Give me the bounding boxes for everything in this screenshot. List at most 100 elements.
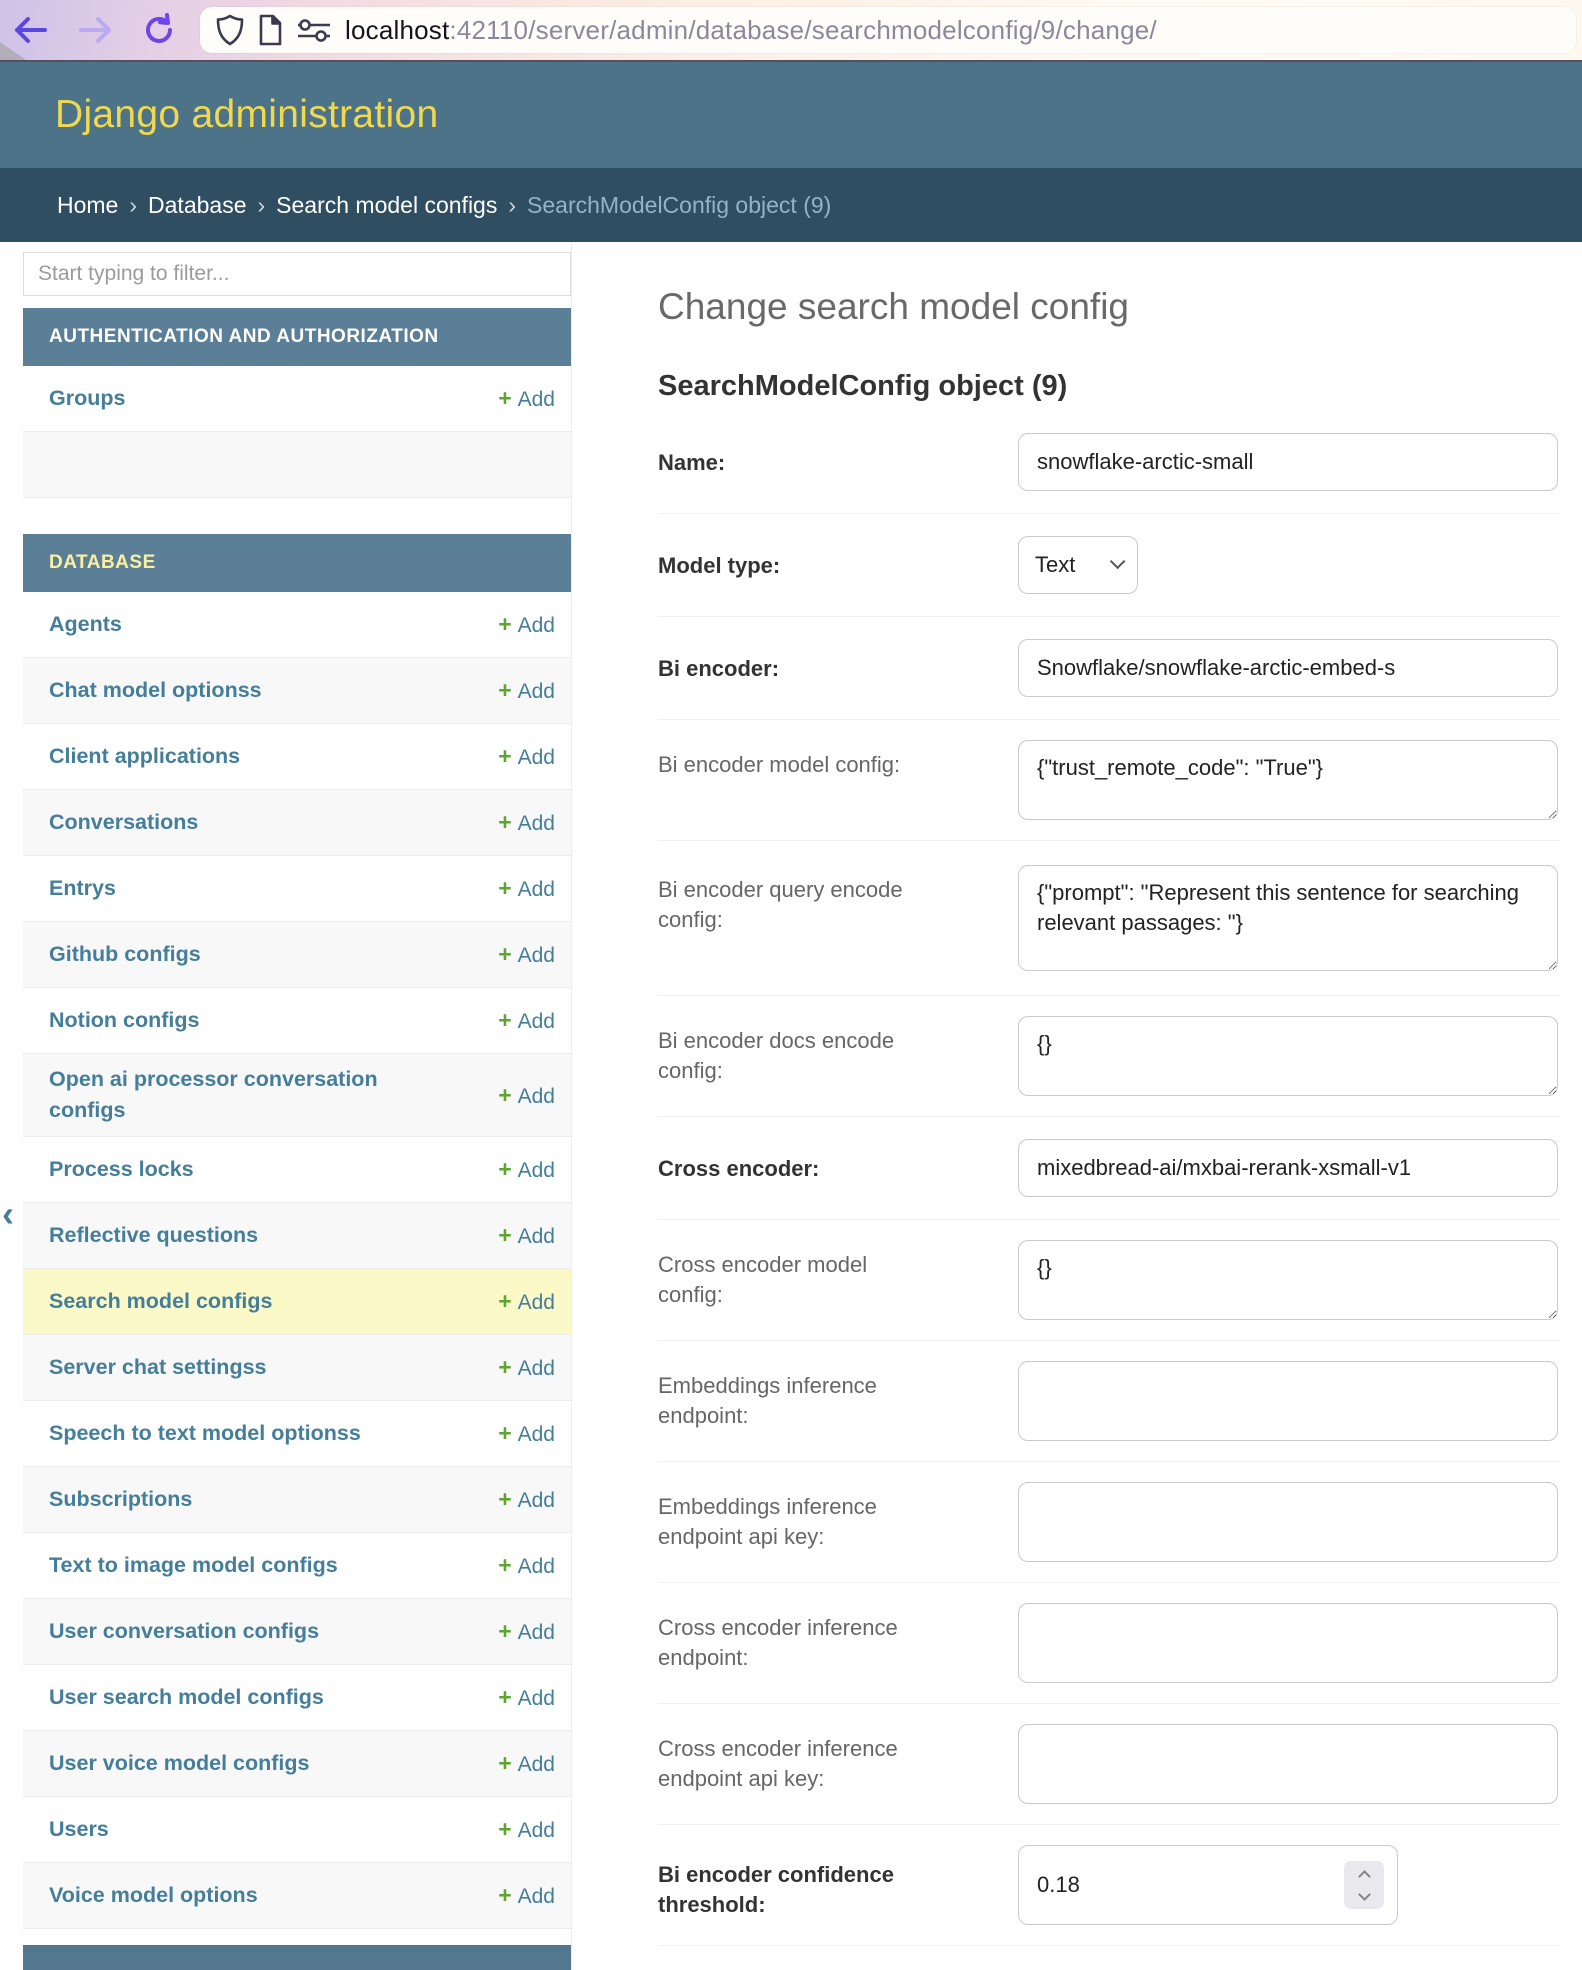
change-form: Name:Model type:TextBi encoder:Bi encode… <box>658 411 1560 1946</box>
sidebar-link-server-chat-settingss[interactable]: Server chat settingss <box>49 1342 267 1393</box>
model-type-select[interactable]: Text <box>1018 536 1138 594</box>
add-label: Add <box>518 1621 555 1644</box>
sidebar-link-speech-to-text-model-optionss[interactable]: Speech to text model optionss <box>49 1408 361 1459</box>
plus-icon: + <box>498 1882 511 1908</box>
breadcrumb: Home›Database›Search model configs›Searc… <box>0 168 1582 242</box>
add-label: Add <box>518 1010 555 1033</box>
add-user-search-model-configs-button[interactable]: +Add <box>498 1684 555 1711</box>
add-speech-to-text-model-optionss-button[interactable]: +Add <box>498 1420 555 1447</box>
add-user-conversation-configs-button[interactable]: + Add <box>498 1618 555 1645</box>
sidebar-link-notion-configs[interactable]: Notion configs <box>49 995 199 1046</box>
sidebar-link-agents[interactable]: Agents <box>49 599 122 650</box>
sidebar-filter-input[interactable] <box>23 252 571 296</box>
sidebar-link-github-configs[interactable]: Github configs <box>49 929 201 980</box>
forward-button[interactable] <box>78 15 114 45</box>
bi-encoder-docs-encode-config-textarea[interactable] <box>1018 1016 1558 1096</box>
sidebar-toggle-button[interactable]: ‹ <box>2 1196 14 1232</box>
plus-icon: + <box>498 1354 511 1380</box>
sidebar-link-process-locks[interactable]: Process locks <box>49 1144 194 1195</box>
sidebar-link-user-voice-model-configs[interactable]: User voice model configs <box>49 1738 309 1789</box>
plus-icon: + <box>498 1618 511 1644</box>
sidebar-item-search-model-configs: Search model configs +Add <box>23 1269 571 1335</box>
number-spinner[interactable] <box>1344 1861 1384 1909</box>
plus-icon: + <box>498 677 511 703</box>
sidebar-link-search-model-configs[interactable]: Search model configs <box>49 1276 272 1327</box>
sidebar-link-users[interactable]: Users <box>49 1804 109 1855</box>
sidebar-item-github-configs: Github configs +Add <box>23 922 571 988</box>
spinner-up-icon[interactable] <box>1358 1870 1371 1883</box>
add-notion-configs-button[interactable]: +Add <box>498 1007 555 1034</box>
back-button[interactable] <box>12 15 48 45</box>
cross-encoder-inference-endpoint-api-key-label: Cross encoder inference endpoint api key… <box>658 1724 938 1795</box>
url-text[interactable]: localhost:42110/server/admin/database/se… <box>345 15 1157 46</box>
sidebar-item-users: Users +Add <box>23 1797 571 1863</box>
add-search-model-configs-button[interactable]: +Add <box>498 1288 555 1315</box>
page-icon[interactable] <box>257 14 283 46</box>
add-entrys-button[interactable]: +Add <box>498 875 555 902</box>
cross-encoder-input[interactable] <box>1018 1139 1558 1197</box>
url-bar[interactable]: localhost:42110/server/admin/database/se… <box>200 7 1576 53</box>
add-github-configs-button[interactable]: +Add <box>498 941 555 968</box>
sidebar-link-text-to-image-model-configs[interactable]: Text to image model configs <box>49 1540 338 1591</box>
cross-encoder-model-config-textarea[interactable] <box>1018 1240 1558 1320</box>
admin-header: Django administration <box>0 62 1582 168</box>
add-users-button[interactable]: +Add <box>498 1816 555 1843</box>
add-conversations-button[interactable]: +Add <box>498 809 555 836</box>
sidebar-link-subscriptions[interactable]: Subscriptions <box>49 1474 192 1525</box>
add-reflective-questions-button[interactable]: +Add <box>498 1222 555 1249</box>
permissions-sliders-icon[interactable] <box>296 17 332 43</box>
add-open-ai-processor-conversation-configs-button[interactable]: +Add <box>498 1082 555 1109</box>
sidebar-link-entrys[interactable]: Entrys <box>49 863 116 914</box>
sidebar-link-user-search-model-configs[interactable]: User search model configs <box>49 1672 324 1723</box>
add-process-locks-button[interactable]: +Add <box>498 1156 555 1183</box>
bi-encoder-confidence-threshold-input[interactable] <box>1018 1845 1398 1925</box>
sidebar-link-client-applications[interactable]: Client applications <box>49 731 240 782</box>
bi-encoder-docs-encode-config-label: Bi encoder docs encode config: <box>658 1016 938 1087</box>
bi-encoder-input[interactable] <box>1018 639 1558 697</box>
cross-encoder-inference-endpoint-api-key-input[interactable] <box>1018 1724 1558 1804</box>
sidebar-section-header: DATABASE <box>23 534 571 592</box>
breadcrumb-link-home[interactable]: Home <box>57 192 118 219</box>
add-user-voice-model-configs-button[interactable]: +Add <box>498 1750 555 1777</box>
breadcrumb-separator: › <box>129 192 137 219</box>
sidebar-link-groups[interactable]: Groups <box>49 373 125 424</box>
name-input[interactable] <box>1018 433 1558 491</box>
add-text-to-image-model-configs-button[interactable]: +Add <box>498 1552 555 1579</box>
bi-encoder-model-config-textarea[interactable] <box>1018 740 1558 820</box>
embeddings-inference-endpoint-api-key-input[interactable] <box>1018 1482 1558 1562</box>
add-label: Add <box>518 1489 555 1512</box>
forward-arrow-icon <box>78 15 114 45</box>
sidebar-link-conversations[interactable]: Conversations <box>49 797 198 848</box>
plus-icon: + <box>498 875 511 901</box>
cross-encoder-inference-endpoint-input[interactable] <box>1018 1603 1558 1683</box>
plus-icon: + <box>498 1156 511 1182</box>
sidebar-link-open-ai-processor-conversation-configs[interactable]: Open ai processor conversation configs <box>49 1054 379 1136</box>
add-label: Add <box>518 1687 555 1710</box>
sidebar-link-voice-model-options[interactable]: Voice model options <box>49 1870 258 1921</box>
add-groups-button[interactable]: +Add <box>498 385 555 412</box>
site-title-link[interactable]: Django administration <box>55 93 439 137</box>
shield-icon[interactable] <box>216 14 244 46</box>
spinner-down-icon[interactable] <box>1358 1888 1371 1901</box>
sidebar-link-user-conversation-configs[interactable]: User conversation configs <box>49 1606 319 1657</box>
add-agents-button[interactable]: +Add <box>498 611 555 638</box>
sidebar-link-reflective-questions[interactable]: Reflective questions <box>49 1210 258 1261</box>
add-voice-model-options-button[interactable]: +Add <box>498 1882 555 1909</box>
breadcrumb-link-search-model-configs[interactable]: Search model configs <box>276 192 497 219</box>
sidebar-item-subscriptions: Subscriptions +Add <box>23 1467 571 1533</box>
sidebar-item-entrys: Entrys +Add <box>23 856 571 922</box>
bi-encoder-query-encode-config-textarea[interactable] <box>1018 865 1558 971</box>
add-chat-model-optionss-button[interactable]: +Add <box>498 677 555 704</box>
add-client-applications-button[interactable]: +Add <box>498 743 555 770</box>
add-subscriptions-button[interactable]: +Add <box>498 1486 555 1513</box>
sidebar-item-voice-model-options: Voice model options +Add <box>23 1863 571 1929</box>
field-row-embeddings-inference-endpoint-api-key: Embeddings inference endpoint api key: <box>658 1462 1560 1583</box>
sidebar-link-chat-model-optionss[interactable]: Chat model optionss <box>49 665 262 716</box>
add-label: Add <box>518 1555 555 1578</box>
sidebar-item-process-locks: Process locks +Add <box>23 1137 571 1203</box>
reload-button[interactable] <box>142 13 176 47</box>
sidebar-item-client-applications: Client applications +Add <box>23 724 571 790</box>
add-server-chat-settingss-button[interactable]: +Add <box>498 1354 555 1381</box>
embeddings-inference-endpoint-input[interactable] <box>1018 1361 1558 1441</box>
breadcrumb-link-database[interactable]: Database <box>148 192 246 219</box>
